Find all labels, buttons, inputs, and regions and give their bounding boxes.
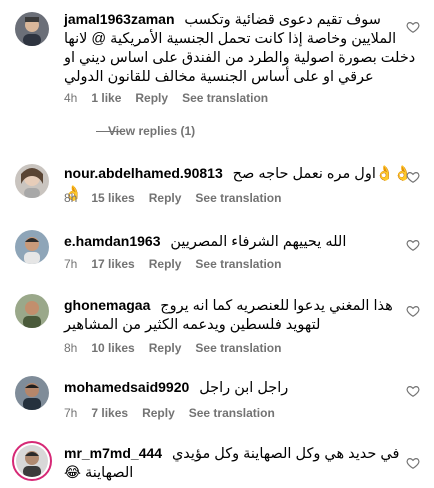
like-count[interactable]: 7 likes (91, 406, 128, 420)
comment-text: راجل ابن راجل (199, 380, 289, 396)
comment-text-line: الصهاينة 😂 (64, 465, 134, 481)
comment-text: في حديد هي وكل الصهاينة وكل مؤيدي (171, 446, 400, 462)
comment-text-line: عرقي او على أساس الجنسية مخالف للقانون ا… (64, 69, 374, 85)
comment-username[interactable]: jamal1963zaman (64, 11, 175, 27)
comment-meta: 4h 1 like Reply See translation (64, 90, 282, 106)
comment-text-line: الملايين وخاصة إذا كانت تحمل الجنسية الأ… (64, 31, 397, 47)
avatar[interactable] (15, 230, 49, 264)
see-translation-button[interactable]: See translation (195, 191, 281, 205)
view-replies-button[interactable]: View replies (1) (0, 123, 434, 139)
like-count[interactable]: 15 likes (91, 191, 134, 205)
heart-icon[interactable] (406, 456, 420, 470)
see-translation-button[interactable]: See translation (195, 341, 281, 355)
comment-text: هذا المغني يدعوا للعنصريه كما انه يروج (160, 298, 393, 314)
comment-time: 8h (64, 191, 78, 205)
reply-button[interactable]: Reply (149, 191, 182, 205)
avatar[interactable] (15, 294, 49, 328)
comment-time: 7h (64, 406, 78, 420)
comment-time: 8h (64, 341, 78, 355)
comment-meta: 7h 17 likes Reply See translation (64, 256, 295, 272)
reply-button[interactable]: Reply (135, 91, 168, 105)
comment-username[interactable]: e.hamdan1963 (64, 233, 161, 249)
comment-text: الله يحييهم الشرفاء المصريين (170, 234, 347, 250)
comment-text: سوف تقيم دعوى قضائية وتكسب (184, 12, 381, 28)
heart-icon[interactable] (406, 304, 420, 318)
avatar[interactable] (15, 164, 49, 198)
see-translation-button[interactable]: See translation (195, 257, 281, 271)
avatar[interactable] (15, 12, 49, 46)
comment-time: 7h (64, 257, 78, 271)
avatar[interactable] (15, 376, 49, 410)
see-translation-button[interactable]: See translation (182, 91, 268, 105)
view-replies-label[interactable]: View replies (1) (108, 123, 195, 139)
reply-button[interactable]: Reply (149, 341, 182, 355)
heart-icon[interactable] (406, 384, 420, 398)
comment-username[interactable]: nour.abdelhamed.90813 (64, 165, 223, 181)
see-translation-button[interactable]: See translation (189, 406, 275, 420)
comment-username[interactable]: ghonemagaa (64, 297, 150, 313)
comment-time: 4h (64, 91, 78, 105)
comment-username[interactable]: mr_m7md_444 (64, 445, 162, 461)
like-count[interactable]: 1 like (91, 91, 121, 105)
comment-text-line: دخلت بصورة اصولية والطرد من الفندق على ا… (64, 50, 416, 66)
reply-button[interactable]: Reply (149, 257, 182, 271)
reply-button[interactable]: Reply (142, 406, 175, 420)
comment-meta: 7h 7 likes Reply See translation (64, 405, 289, 421)
avatar[interactable] (12, 441, 52, 481)
comment-username[interactable]: mohamedsaid9920 (64, 379, 189, 395)
heart-icon[interactable] (406, 170, 420, 184)
heart-icon[interactable] (406, 20, 420, 34)
heart-icon[interactable] (406, 238, 420, 252)
comment-text-line: لتهويد فلسطين ويدعمه الكثير من المشاهير (64, 317, 321, 333)
comment-meta: 8h 15 likes Reply See translation (64, 190, 295, 206)
comment-meta: 8h 10 likes Reply See translation (64, 340, 295, 356)
like-count[interactable]: 17 likes (91, 257, 134, 271)
like-count[interactable]: 10 likes (91, 341, 134, 355)
